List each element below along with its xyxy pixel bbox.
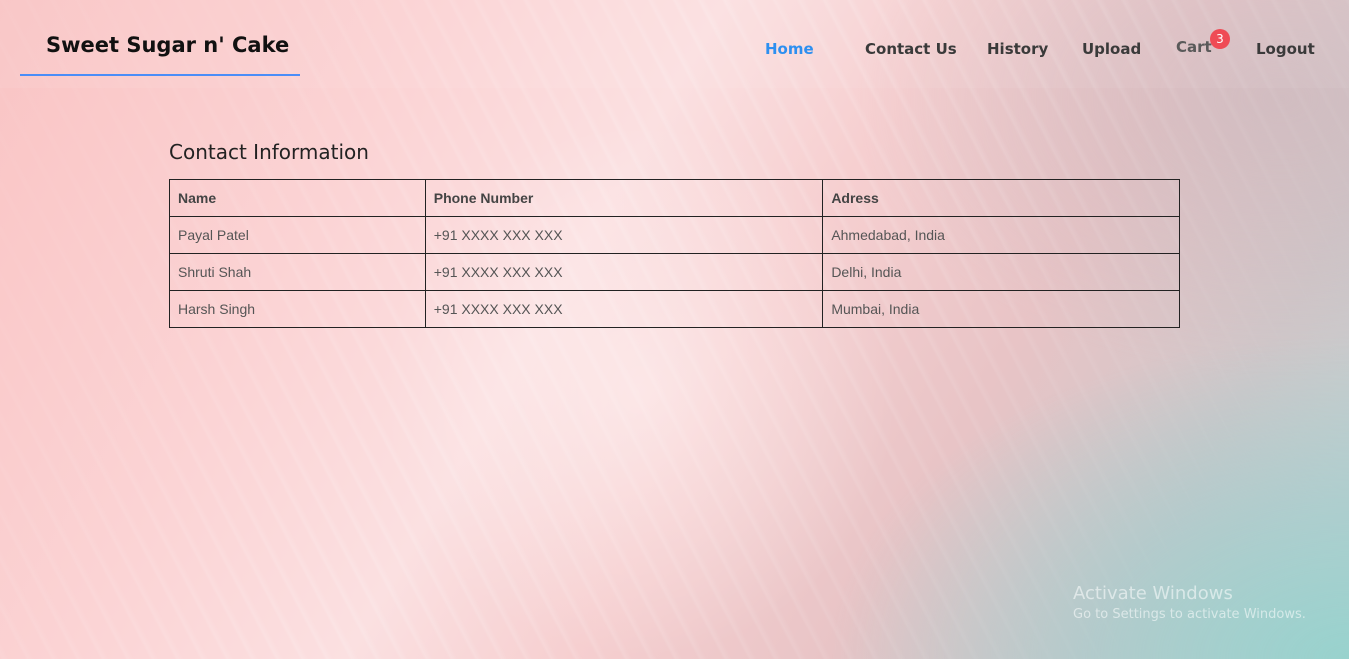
nav-contact-link[interactable]: Contact Us	[865, 40, 957, 58]
cart-count-badge: 3	[1210, 29, 1230, 49]
brand[interactable]: Sweet Sugar n' Cake	[20, 22, 300, 76]
page-title: Contact Information	[169, 140, 369, 164]
cell-address: Mumbai, India	[822, 290, 1180, 328]
cell-address: Ahmedabad, India	[822, 216, 1180, 254]
background-texture	[0, 0, 1349, 659]
nav-upload-link[interactable]: Upload	[1082, 40, 1141, 58]
cell-name: Harsh Singh	[169, 290, 426, 328]
table-row: Shruti Shah +91 XXXX XXX XXX Delhi, Indi…	[169, 253, 1180, 291]
cell-phone: +91 XXXX XXX XXX	[424, 290, 824, 328]
table-header-row: Name Phone Number Adress	[169, 179, 1180, 217]
nav-cart-link[interactable]: Cart	[1176, 38, 1212, 56]
table-row: Harsh Singh +91 XXXX XXX XXX Mumbai, Ind…	[169, 290, 1180, 328]
cell-name: Shruti Shah	[169, 253, 426, 291]
table-row: Payal Patel +91 XXXX XXX XXX Ahmedabad, …	[169, 216, 1180, 254]
column-header-name: Name	[169, 179, 426, 217]
brand-name[interactable]: Sweet Sugar n' Cake	[46, 33, 289, 57]
watermark-subtitle: Go to Settings to activate Windows.	[1073, 607, 1306, 622]
cell-phone: +91 XXXX XXX XXX	[424, 253, 824, 291]
nav-history-link[interactable]: History	[987, 40, 1048, 58]
column-header-address: Adress	[822, 179, 1180, 217]
nav-logout-link[interactable]: Logout	[1256, 40, 1315, 58]
cell-phone: +91 XXXX XXX XXX	[424, 216, 824, 254]
nav-home-link[interactable]: Home	[765, 40, 814, 58]
column-header-phone: Phone Number	[424, 179, 824, 217]
contact-table: Name Phone Number Adress Payal Patel +91…	[169, 179, 1180, 328]
activation-watermark: Activate Windows Go to Settings to activ…	[1073, 583, 1306, 622]
watermark-title: Activate Windows	[1073, 583, 1233, 604]
navbar: Sweet Sugar n' Cake Home Contact Us Hist…	[0, 0, 1349, 88]
cell-address: Delhi, India	[822, 253, 1180, 291]
cell-name: Payal Patel	[169, 216, 426, 254]
